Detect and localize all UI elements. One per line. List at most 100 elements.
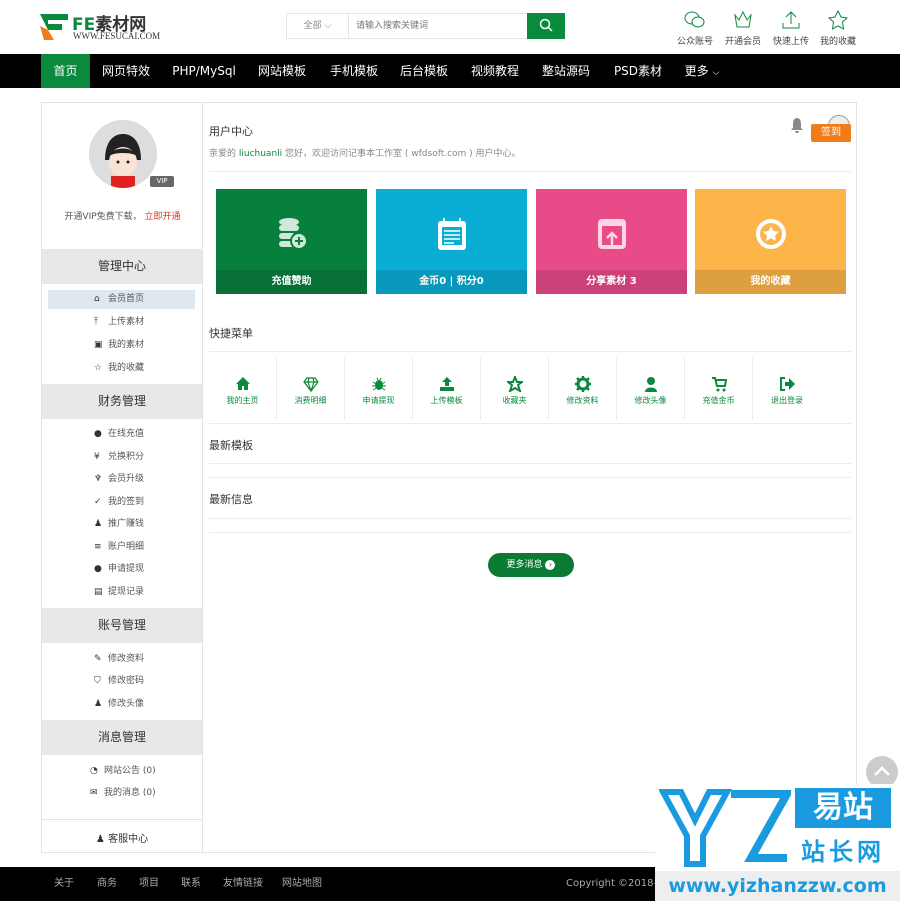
section-finance: 财务管理	[42, 384, 202, 419]
quick-item-diamond[interactable]: 消费明细	[277, 358, 345, 420]
sidebar-item-withdraw[interactable]: ● 申请提现	[48, 560, 195, 579]
quick-item-logout[interactable]: 退出登录	[753, 358, 821, 420]
footer-link-friends[interactable]: 友情链接	[223, 867, 263, 901]
nav-php[interactable]: PHP/MySql	[168, 54, 240, 88]
wechat-icon	[684, 11, 705, 28]
nav-effects[interactable]: 网页特效	[96, 54, 156, 88]
greeting-post: 您好，欢迎访问记事本工作室 ( wfdsoft.com ) 用户中心。	[282, 149, 521, 159]
crown-icon	[734, 10, 752, 28]
nav-mobile-templates[interactable]: 手机模板	[324, 54, 384, 88]
footer-link-projects[interactable]: 项目	[139, 867, 159, 901]
sidebar-item-exchange[interactable]: ¥ 兑换积分	[48, 448, 195, 467]
search-bar: 全部 ⌵	[286, 13, 565, 39]
sidebar-item-label: 我的签到	[108, 497, 145, 507]
nav-admin-templates[interactable]: 后台模板	[394, 54, 454, 88]
search-button[interactable]	[527, 13, 565, 39]
sidebar-item-label: 我的素材	[108, 340, 145, 350]
copyright: Copyright ©2018-2	[566, 878, 664, 889]
sidebar-item-favorites[interactable]: ☆ 我的收藏	[48, 359, 195, 378]
home-icon: ⌂	[94, 294, 100, 304]
nav-videos[interactable]: 视频教程	[465, 54, 525, 88]
yen-icon: ¥	[94, 452, 100, 462]
quick-item-home[interactable]: 我的主页	[209, 358, 277, 420]
sidebar-item-avatar[interactable]: ♟ 修改头像	[48, 695, 195, 714]
card-label: 金币0 | 积分0	[376, 270, 527, 294]
sidebar-item-edit-profile[interactable]: ✎ 修改资料	[48, 650, 195, 669]
footer-link-about[interactable]: 关于	[54, 867, 74, 901]
wechat-label: 公众账号	[676, 37, 713, 47]
sidebar-item-announcements[interactable]: ◔ 网站公告 (0)	[48, 762, 195, 781]
footer-link-contact[interactable]: 联系	[181, 867, 201, 901]
quick-item-cart[interactable]: 充值金币	[685, 358, 753, 420]
more-messages-label: 更多消息	[506, 560, 543, 570]
card-recharge[interactable]: 充值赞助	[216, 189, 367, 294]
customer-service-link[interactable]: ♟ 客服中心	[42, 830, 202, 845]
sidebar-item-withdraw-log[interactable]: ▤ 提现记录	[48, 583, 195, 602]
sidebar-item-upload[interactable]: ⤒ 上传素材	[48, 313, 195, 332]
footer-link-business[interactable]: 商务	[97, 867, 117, 901]
card-coins[interactable]: 金币0 | 积分0	[376, 189, 527, 294]
sidebar-item-password[interactable]: ⛉ 修改密码	[48, 672, 195, 691]
sidebar-item-member-home[interactable]: ⌂ 会员首页	[48, 290, 195, 309]
user-icon: ♟	[94, 699, 103, 709]
notepad-icon	[437, 218, 466, 250]
sidebar-item-my-materials[interactable]: ▣ 我的素材	[48, 336, 195, 355]
divider	[209, 463, 851, 464]
coin-icon: ●	[94, 429, 102, 439]
search-input[interactable]	[350, 14, 526, 38]
vip-open-link[interactable]: 立即开通	[145, 212, 181, 222]
quick-item-user[interactable]: 修改头像	[617, 358, 685, 420]
divider	[209, 423, 851, 424]
sidebar-item-label: 修改资料	[108, 654, 145, 664]
quick-menu-title: 快捷菜单	[209, 327, 253, 340]
diamond-icon	[302, 377, 319, 392]
card-label: 分享素材 3	[536, 270, 687, 294]
logo[interactable]: FE素材网 WWW.FESUCAI.COM	[40, 12, 180, 44]
nav-more[interactable]: 更多 ⌵	[680, 54, 724, 88]
card-shared[interactable]: 分享素材 3	[536, 189, 687, 294]
section-account: 账号管理	[42, 608, 202, 643]
greeting-pre: 亲爱的	[209, 149, 239, 159]
sidebar-item-my-messages[interactable]: ✉ 我的消息 (0)	[48, 784, 195, 803]
search-icon	[539, 18, 553, 32]
avatar[interactable]	[89, 120, 157, 188]
sidebar-item-account-detail[interactable]: ≡ 账户明细	[48, 538, 195, 557]
more-messages-button[interactable]: 更多消息 ›	[488, 553, 574, 577]
nav-source[interactable]: 整站源码	[536, 54, 596, 88]
search-category-select[interactable]: 全部 ⌵	[287, 14, 349, 38]
sidebar-item-checkin[interactable]: ✓ 我的签到	[48, 493, 195, 512]
sidebar-item-label: 推广赚钱	[108, 519, 145, 529]
footer-link-sitemap[interactable]: 网站地图	[282, 867, 322, 901]
customer-service-label: 客服中心	[108, 834, 149, 845]
nav-psd[interactable]: PSD素材	[608, 54, 668, 88]
nav-more-label: 更多	[684, 64, 709, 78]
favorites-button[interactable]: 我的收藏	[813, 10, 863, 47]
vip-promo-text: 开通VIP免费下载，	[64, 212, 142, 222]
sidebar-item-upgrade[interactable]: ♆ 会员升级	[48, 470, 195, 489]
quick-item-bug[interactable]: 申请提现	[345, 358, 413, 420]
quick-item-label: 退出登录	[771, 396, 803, 405]
vip-button[interactable]: 开通会员	[718, 10, 768, 47]
quick-item-upload[interactable]: 上传模板	[413, 358, 481, 420]
sidebar-item-label: 我的消息 (0)	[104, 788, 156, 798]
nav-site-templates[interactable]: 网站模板	[252, 54, 312, 88]
card-favorites[interactable]: 我的收藏	[695, 189, 846, 294]
sidebar-item-referral[interactable]: ♟ 推广赚钱	[48, 515, 195, 534]
sidebar-item-label: 修改头像	[108, 699, 145, 709]
upload-button[interactable]: 快速上传	[766, 10, 816, 47]
sign-in-button[interactable]: 签到	[811, 124, 851, 142]
chevron-right-circle-icon: ›	[545, 559, 556, 570]
wechat-button[interactable]: 公众账号	[670, 10, 720, 47]
upload-label: 快速上传	[772, 37, 809, 47]
nav-home[interactable]: 首页	[41, 54, 90, 88]
quick-item-star[interactable]: 收藏夹	[481, 358, 549, 420]
gear-icon	[574, 376, 591, 392]
user-center: VIP 开通VIP免费下载， 立即开通 管理中心 ⌂ 会员首页 ⤒ 上传素材 ▣ 我的…	[41, 102, 857, 853]
sidebar-item-recharge[interactable]: ● 在线充值	[48, 425, 195, 444]
quick-item-gear[interactable]: 修改资料	[549, 358, 617, 420]
cart-icon	[711, 377, 727, 392]
sidebar: VIP 开通VIP免费下载， 立即开通 管理中心 ⌂ 会员首页 ⤒ 上传素材 ▣ 我的…	[42, 103, 203, 852]
trophy-icon: ♆	[94, 474, 103, 484]
divider	[209, 518, 851, 519]
check-circle-icon: ✓	[94, 497, 102, 507]
